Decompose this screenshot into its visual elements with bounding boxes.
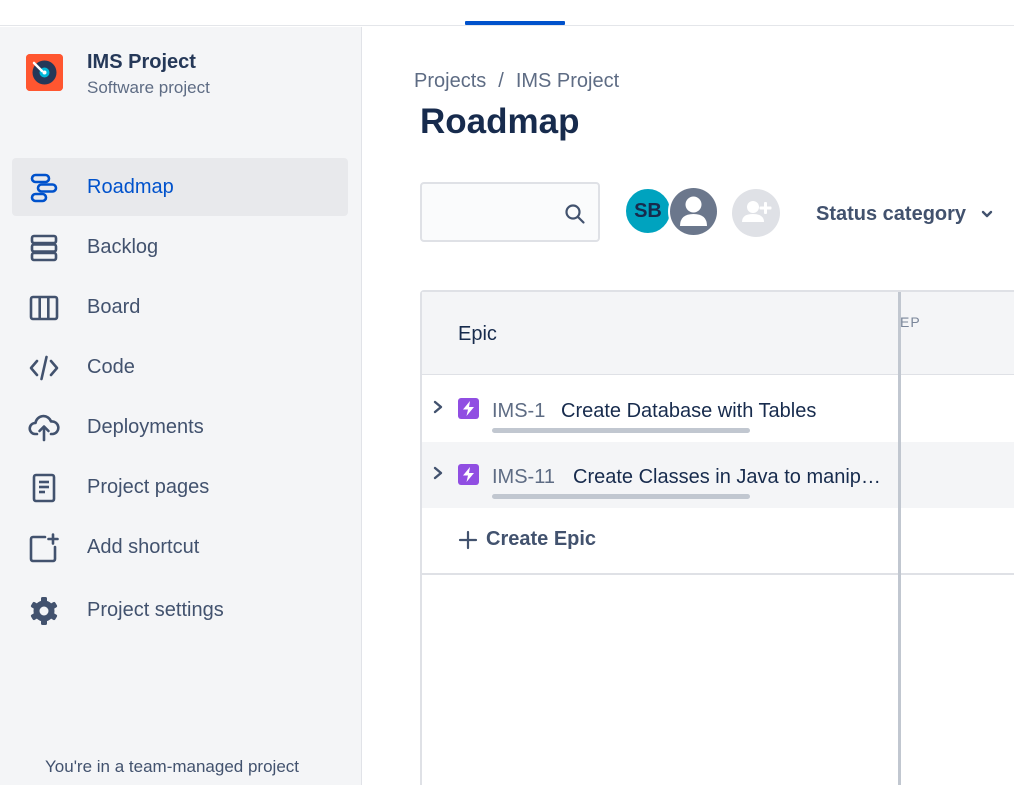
breadcrumb-project-link[interactable]: IMS Project (516, 70, 619, 92)
status-category-label: Status category (816, 202, 967, 225)
sidebar-item-label: Backlog (87, 236, 159, 258)
timeline-splitter-handle[interactable] (898, 292, 901, 785)
epic-lightning-icon (458, 398, 479, 419)
project-type: Software project (87, 78, 210, 97)
epic-lightning-icon (458, 464, 479, 485)
sidebar-item-add-shortcut[interactable]: Add shortcut (12, 518, 348, 576)
timeline-row (901, 442, 1014, 508)
create-epic-label: Create Epic (486, 528, 597, 550)
sidebar-item-label: Board (87, 296, 141, 318)
sidebar-item-label: Deployments (87, 416, 204, 438)
status-category-filter[interactable]: Status category (808, 196, 1002, 232)
epic-progress-bar (492, 494, 750, 499)
sidebar-item-board[interactable]: Board (12, 278, 348, 336)
sidebar-item-project-settings[interactable]: Project settings (12, 581, 348, 639)
project-name: IMS Project (87, 51, 196, 73)
breadcrumb: Projects / IMS Project (414, 70, 619, 93)
gear-icon (28, 595, 60, 627)
timeline-month-label: EP (900, 314, 921, 330)
project-avatar (26, 54, 63, 91)
roadmap-icon (28, 172, 60, 204)
epic-summary: Create Classes in Java to manip… (573, 466, 881, 488)
epic-progress-bar (492, 428, 750, 433)
chevron-right-icon[interactable] (432, 466, 444, 480)
project-logo-icon (26, 54, 63, 91)
epic-column-header: Epic (458, 323, 497, 345)
breadcrumb-separator: / (498, 70, 504, 92)
user-icon (670, 188, 717, 235)
board-icon (28, 292, 60, 324)
chevron-right-icon[interactable] (432, 400, 444, 414)
divider (422, 573, 1014, 575)
table-row[interactable]: IMS-11 Create Classes in Java to manip… (422, 442, 898, 508)
chevron-down-icon (981, 210, 993, 218)
top-navigation-bar (0, 0, 1014, 26)
sidebar-item-label: Add shortcut (87, 536, 200, 558)
breadcrumb-projects-link[interactable]: Projects (414, 70, 486, 92)
plus-icon (458, 530, 478, 549)
sidebar-item-backlog[interactable]: Backlog (12, 218, 348, 276)
create-epic-button[interactable]: Create Epic (458, 528, 596, 551)
sidebar-item-label: Roadmap (87, 176, 174, 198)
epic-key: IMS-11 (492, 466, 555, 488)
code-icon (28, 352, 60, 384)
backlog-icon (28, 232, 60, 264)
page-title: Roadmap (420, 102, 580, 141)
timeline-row (901, 376, 1014, 442)
grid-header: Epic (422, 292, 1014, 375)
search-input[interactable] (430, 194, 555, 230)
add-shortcut-icon (28, 532, 60, 564)
active-tab-indicator (465, 21, 565, 25)
search-box[interactable] (420, 182, 600, 242)
sidebar-item-roadmap[interactable]: Roadmap (12, 158, 348, 216)
sidebar-item-deployments[interactable]: Deployments (12, 398, 348, 456)
add-person-icon (742, 201, 772, 222)
epic-summary: Create Database with Tables (561, 400, 817, 422)
team-managed-note: You're in a team-managed project (45, 757, 299, 776)
user-avatar[interactable] (668, 186, 719, 237)
sidebar-item-label: Project settings (87, 599, 224, 621)
sidebar-item-code[interactable]: Code (12, 338, 348, 396)
search-icon[interactable] (564, 203, 586, 225)
sidebar-item-project-pages[interactable]: Project pages (12, 458, 348, 516)
sidebar-item-label: Project pages (87, 476, 210, 498)
epic-key: IMS-1 (492, 400, 546, 422)
page-icon (28, 472, 60, 504)
cloud-upload-icon (28, 412, 60, 444)
table-row[interactable]: IMS-1 Create Database with Tables (422, 376, 898, 442)
add-people-button[interactable] (732, 189, 780, 237)
avatar[interactable]: SB (624, 187, 672, 235)
roadmap-grid: Epic EP IMS-1 Create Database with Table… (420, 290, 1014, 785)
sidebar-item-label: Code (87, 356, 135, 378)
